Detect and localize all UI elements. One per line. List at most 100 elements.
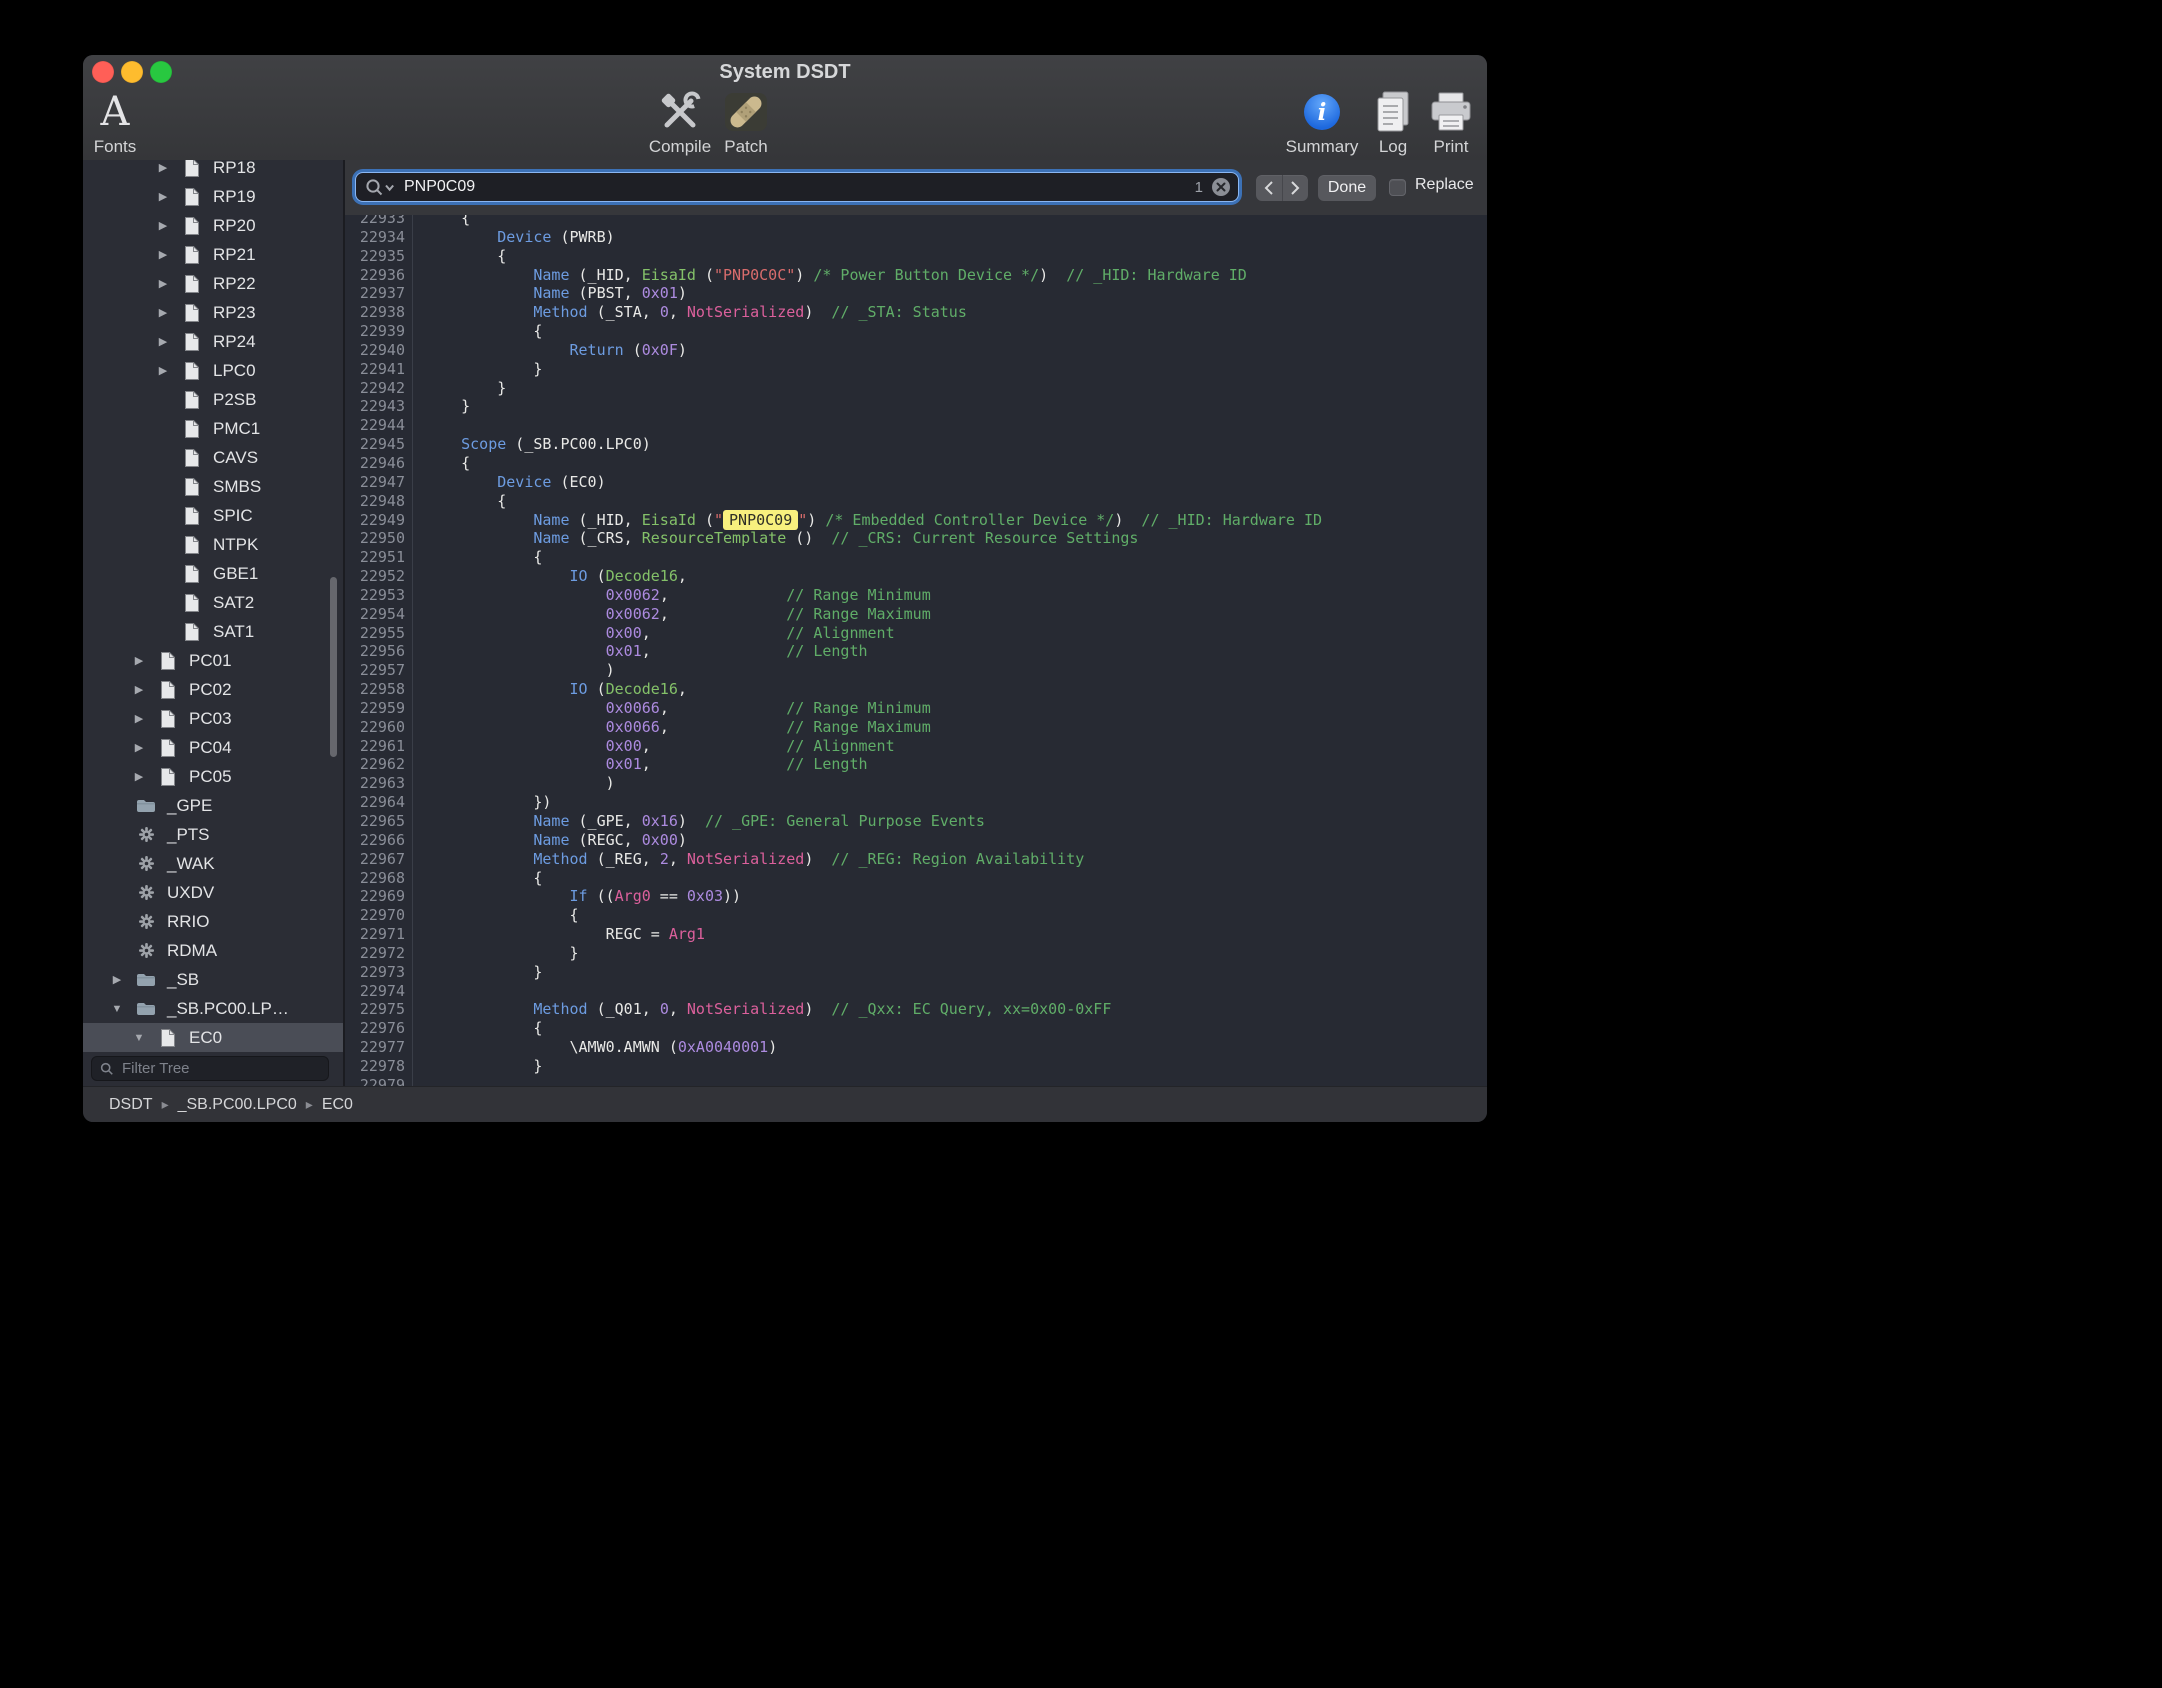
disclosure-closed-icon[interactable]: ▶ [149,248,177,261]
sidebar-item-label: RP19 [213,187,256,207]
code-editor[interactable]: 22933 {22934 Device (PWRB)22935 {22936 N… [345,215,1487,1087]
tree-indent [83,950,103,951]
disclosure-closed-icon[interactable]: ▶ [125,712,153,725]
gear-icon [135,856,157,871]
disclosure-closed-icon[interactable]: ▶ [149,306,177,319]
sidebar-item-smbs[interactable]: SMBS [83,472,343,501]
line-number: 22957 [345,661,405,680]
document-icon [181,564,203,584]
disclosure-closed-icon[interactable]: ▶ [149,190,177,203]
folder-icon [135,972,157,988]
line-number: 22951 [345,548,405,567]
sidebar-item-sat1[interactable]: SAT1 [83,617,343,646]
sidebar-item-_pts[interactable]: _PTS [83,820,343,849]
code-line: 22961 0x00, // Alignment [345,737,1487,756]
sidebar-item-ntpk[interactable]: NTPK [83,530,343,559]
sidebar-item-gbe1[interactable]: GBE1 [83,559,343,588]
line-number: 22972 [345,944,405,963]
sidebar-item-rp24[interactable]: ▶RP24 [83,327,343,356]
sidebar-item-lpc0[interactable]: ▶LPC0 [83,356,343,385]
replace-checkbox[interactable] [1389,179,1406,196]
tree-indent [83,573,149,574]
sidebar-item-rp19[interactable]: ▶ RP19 [83,182,343,211]
sidebar-item-pc04[interactable]: ▶PC04 [83,733,343,762]
sidebar-item-_gpe[interactable]: _GPE [83,791,343,820]
clear-search-button[interactable] [1212,178,1230,196]
disclosure-closed-icon[interactable]: ▶ [125,683,153,696]
sidebar-item-_sb[interactable]: ▶_SB [83,965,343,994]
code-line: 22969 If ((Arg0 == 0x03)) [345,887,1487,906]
toolbar-item-print[interactable]: Print [1406,88,1487,158]
sidebar-item-pc02[interactable]: ▶PC02 [83,675,343,704]
sidebar-item-_wak[interactable]: _WAK [83,849,343,878]
sidebar-item-label: PC03 [189,709,232,729]
disclosure-open-icon[interactable]: ▼ [125,1032,153,1044]
toolbar-item-fonts[interactable]: A Fonts [83,88,147,158]
disclosure-closed-icon[interactable]: ▶ [149,335,177,348]
sidebar-item-rp18[interactable]: ▶RP18 [83,160,343,182]
tree-indent [83,602,149,603]
sidebar-item-rp21[interactable]: ▶RP21 [83,240,343,269]
code-line: 22967 Method (_REG, 2, NotSerialized) //… [345,850,1487,869]
disclosure-open-icon[interactable]: ▼ [103,1003,131,1015]
search-options-icon[interactable] [364,177,396,197]
find-previous-button[interactable] [1256,175,1283,201]
disclosure-closed-icon[interactable]: ▶ [103,973,131,986]
disclosure-closed-icon[interactable]: ▶ [149,219,177,232]
match-count: 1 [1195,179,1203,196]
done-button[interactable]: Done [1318,175,1376,201]
disclosure-closed-icon[interactable]: ▶ [125,654,153,667]
sidebar-item-label: PC05 [189,767,232,787]
document-icon [181,160,203,178]
code-line: 22951 { [345,548,1487,567]
code-line: 22950 Name (_CRS, ResourceTemplate () //… [345,529,1487,548]
code-line: 22965 Name (_GPE, 0x16) // _GPE: General… [345,812,1487,831]
sidebar-item-label: PC01 [189,651,232,671]
tree-indent [83,1037,125,1038]
sidebar-item-rrio[interactable]: RRIO [83,907,343,936]
disclosure-closed-icon[interactable]: ▶ [149,277,177,290]
sidebar-item-rp20[interactable]: ▶RP20 [83,211,343,240]
disclosure-closed-icon[interactable]: ▶ [125,741,153,754]
chevron-right-icon [1289,180,1301,196]
tree-indent [83,457,149,458]
sidebar-item-rdma[interactable]: RDMA [83,936,343,965]
filter-tree-field[interactable] [91,1056,329,1081]
disclosure-closed-icon[interactable]: ▶ [149,364,177,377]
sidebar-item-spic[interactable]: SPIC [83,501,343,530]
toolbar-item-patch[interactable]: Patch [701,88,791,158]
search-input[interactable] [402,177,1195,197]
sidebar-item-label: RP22 [213,274,256,294]
breadcrumb-item-root[interactable]: DSDT [109,1096,153,1114]
gutter-divider [412,215,413,1087]
sidebar-item-_sb-pc00-lp-[interactable]: ▼_SB.PC00.LP… [83,994,343,1023]
line-number: 22948 [345,492,405,511]
code-line: 22953 0x0062, // Range Minimum [345,586,1487,605]
tree-indent [83,486,149,487]
search-field[interactable]: 1 [355,172,1239,202]
sidebar-item-pmc1[interactable]: PMC1 [83,414,343,443]
sidebar-item-pc05[interactable]: ▶ PC05 [83,762,343,791]
sidebar-item-cavs[interactable]: CAVS [83,443,343,472]
sidebar-item-sat2[interactable]: SAT2 [83,588,343,617]
sidebar-item-pc01[interactable]: ▶ PC01 [83,646,343,675]
sidebar-item-p2sb[interactable]: P2SB [83,385,343,414]
sidebar-item-rp23[interactable]: ▶RP23 [83,298,343,327]
document-icon [157,709,179,729]
sidebar-item-rp22[interactable]: ▶ RP22 [83,269,343,298]
line-number: 22941 [345,360,405,379]
disclosure-closed-icon[interactable]: ▶ [125,770,153,783]
sidebar-item-label: CAVS [213,448,258,468]
filter-tree-input[interactable] [120,1059,320,1078]
sidebar-item-uxdv[interactable]: UXDV [83,878,343,907]
breadcrumb-item-node[interactable]: EC0 [322,1096,353,1114]
code-line: 22968 { [345,869,1487,888]
find-next-button[interactable] [1283,175,1309,201]
breadcrumb-item-scope[interactable]: _SB.PC00.LPC0 [178,1096,297,1114]
sidebar-item-ec0[interactable]: ▼EC0 [83,1023,343,1052]
line-number: 22960 [345,718,405,737]
code-line: 22949 Name (_HID, EisaId ("PNP0C09") /* … [345,511,1487,530]
sidebar-scrollbar[interactable] [330,577,337,757]
disclosure-closed-icon[interactable]: ▶ [149,161,177,174]
sidebar-item-pc03[interactable]: ▶ PC03 [83,704,343,733]
